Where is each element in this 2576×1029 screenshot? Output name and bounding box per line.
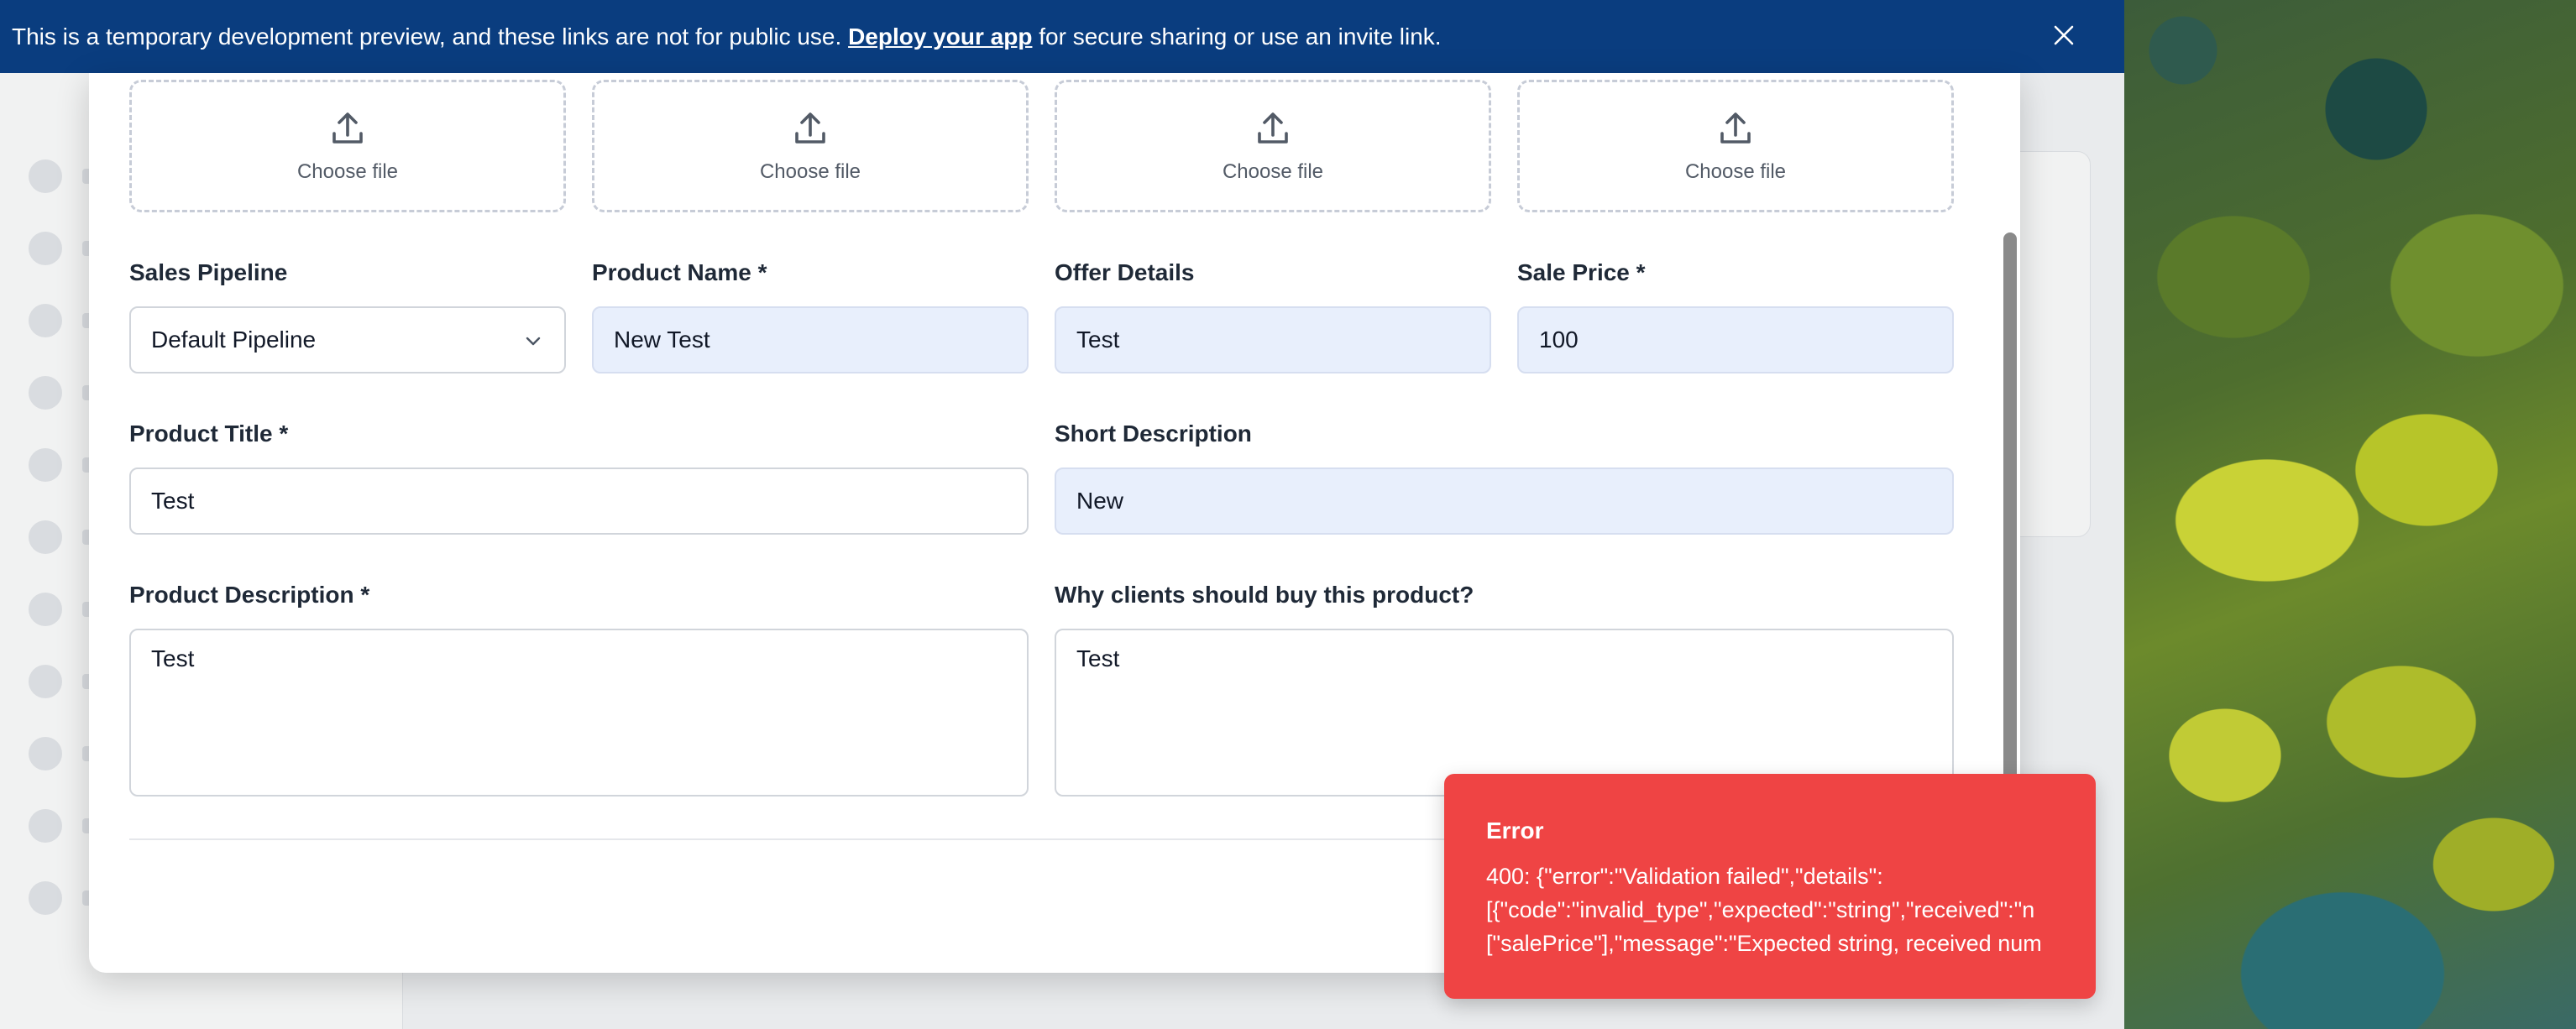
- error-toast[interactable]: Error 400: {"error":"Validation failed",…: [1444, 774, 2096, 999]
- product-title-input[interactable]: Test: [129, 467, 1029, 535]
- short-description-label: Short Description: [1055, 420, 1252, 447]
- offer-details-label: Offer Details: [1055, 259, 1195, 285]
- file-upload-2[interactable]: Choose file: [592, 80, 1029, 212]
- file-upload-4[interactable]: Choose file: [1517, 80, 1954, 212]
- sale-price-label: Sale Price *: [1517, 259, 1646, 285]
- sale-price-input[interactable]: 100: [1517, 306, 1954, 373]
- product-name-label: Product Name *: [592, 259, 767, 285]
- sales-pipeline-select[interactable]: Default Pipeline: [129, 306, 566, 373]
- choose-file-label: Choose file: [296, 160, 399, 183]
- close-icon[interactable]: [2045, 17, 2082, 54]
- toast-message: 400: {"error":"Validation failed","detai…: [1486, 864, 2042, 956]
- sales-pipeline-label: Sales Pipeline: [129, 259, 288, 285]
- product-description-textarea[interactable]: Test: [129, 629, 1029, 797]
- choose-file-label: Choose file: [759, 160, 861, 183]
- product-description-label: Product Description *: [129, 582, 370, 608]
- product-name-input[interactable]: New Test: [592, 306, 1029, 373]
- offer-details-input[interactable]: Test: [1055, 306, 1491, 373]
- banner-text-after: for secure sharing or use an invite link…: [1032, 23, 1442, 50]
- toast-title: Error: [1486, 817, 1544, 844]
- sales-pipeline-value: Default Pipeline: [151, 326, 317, 353]
- file-upload-1[interactable]: Choose file: [129, 80, 566, 212]
- why-buy-textarea[interactable]: Test: [1055, 629, 1954, 797]
- background-image: [2124, 0, 2576, 1029]
- preview-banner: This is a temporary development preview,…: [0, 0, 2124, 73]
- choose-file-label: Choose file: [1222, 160, 1324, 183]
- why-buy-label: Why clients should buy this product?: [1055, 582, 1474, 608]
- upload-icon: [1720, 112, 1751, 144]
- upload-icon: [795, 112, 825, 144]
- upload-icon: [332, 112, 363, 144]
- banner-text: This is a temporary development preview,…: [12, 23, 849, 50]
- choose-file-label: Choose file: [1684, 160, 1787, 183]
- chevron-down-icon: [526, 337, 541, 346]
- upload-icon: [1258, 112, 1288, 144]
- file-upload-3[interactable]: Choose file: [1055, 80, 1491, 212]
- screen: This is a temporary development preview,…: [0, 0, 2576, 1029]
- deploy-app-link[interactable]: Deploy your app: [848, 24, 1032, 50]
- product-title-label: Product Title *: [129, 420, 289, 447]
- short-description-input[interactable]: New: [1055, 467, 1954, 535]
